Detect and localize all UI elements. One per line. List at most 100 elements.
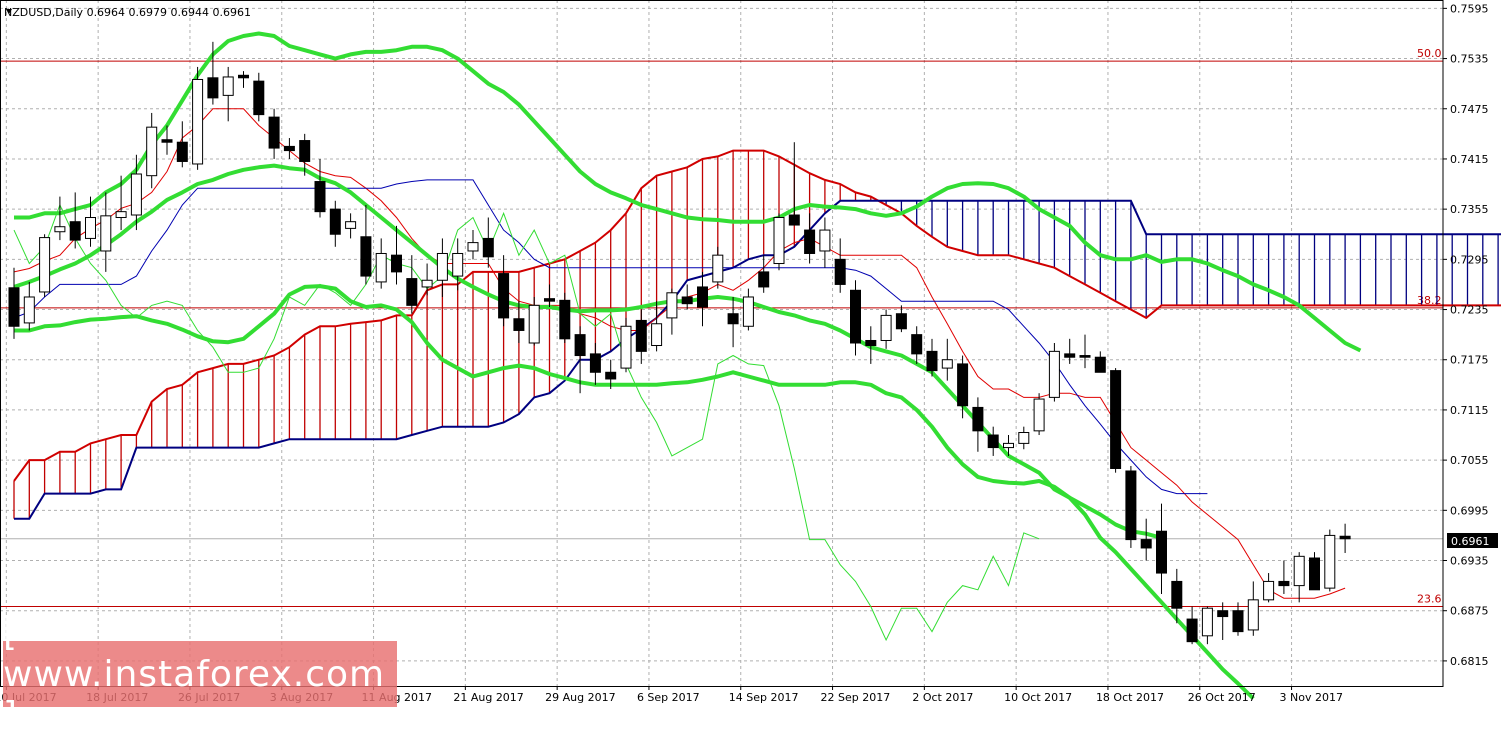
x-tick-label: 26 Oct 2017 (1188, 691, 1256, 704)
candle-body (39, 237, 51, 293)
candle-body (406, 278, 418, 306)
candle-body (1171, 580, 1183, 609)
y-tick-label: 0.7475 (1450, 103, 1489, 116)
candle-body (987, 434, 999, 449)
candle-body (834, 258, 846, 285)
y-tick-label: 0.7415 (1450, 153, 1489, 166)
candle-body (589, 353, 601, 373)
candle-body (452, 252, 464, 277)
candle-body (498, 273, 510, 319)
candle-body (742, 296, 754, 327)
candle-body (207, 77, 219, 99)
candle-body (972, 406, 984, 432)
candle-body (605, 371, 617, 380)
y-tick-label: 0.7055 (1450, 454, 1489, 467)
candle-body (727, 313, 739, 325)
candle-body (130, 173, 142, 216)
x-tick-label: 3 Nov 2017 (1280, 691, 1343, 704)
y-tick-label: 0.7355 (1450, 203, 1489, 216)
candle-body (329, 208, 341, 235)
y-tick-label: 0.7295 (1450, 253, 1489, 266)
candle-body (253, 80, 265, 116)
candle-body (1125, 470, 1137, 541)
candle-body (23, 296, 35, 324)
candle-body (1247, 599, 1259, 631)
candle-body (1018, 432, 1030, 444)
candle-body (880, 314, 892, 341)
x-tick-label: 14 Sep 2017 (729, 691, 799, 704)
candle-body (957, 363, 969, 407)
candle-body (911, 334, 923, 355)
candle-body (1003, 442, 1014, 449)
candle-body (773, 217, 785, 265)
candle-body (651, 323, 663, 347)
candle-body (467, 242, 479, 252)
chart-title: NZDUSD,Daily 0.6964 0.6979 0.6944 0.6961 (4, 6, 251, 19)
y-tick-label: 0.7235 (1450, 304, 1489, 317)
y-tick-label: 0.6875 (1450, 605, 1489, 618)
fib-level-label: 50.0 (1417, 47, 1442, 60)
candle-body (345, 221, 357, 229)
y-tick-label: 0.7175 (1450, 354, 1489, 367)
candle-body (804, 229, 816, 254)
candle-body (666, 292, 678, 319)
candle-body (1064, 353, 1076, 358)
candle-body (574, 334, 586, 357)
candle-body (1110, 370, 1122, 469)
candle-body (176, 141, 188, 162)
last-price-marker: 0.6961 (1447, 533, 1498, 548)
candle-body (360, 236, 372, 277)
x-tick-label: 6 Sep 2017 (637, 691, 700, 704)
candle-body (54, 226, 66, 233)
x-tick-label: 22 Sep 2017 (821, 691, 891, 704)
candle-body (161, 139, 173, 143)
candle-body (635, 319, 647, 352)
candle-body (559, 299, 571, 340)
candle-body (941, 359, 953, 369)
candle-body (712, 254, 724, 283)
candle-body (681, 296, 693, 305)
candle-body (1201, 607, 1213, 637)
candle-body (1033, 398, 1045, 432)
x-tick-label: 21 Aug 2017 (453, 691, 523, 704)
candle-body (697, 286, 708, 308)
y-tick-label: 0.6935 (1450, 555, 1489, 568)
candle-body (115, 211, 127, 219)
candle-body (926, 350, 938, 372)
candle-body (620, 325, 632, 369)
x-tick-label: 10 Oct 2017 (1004, 691, 1072, 704)
y-tick-label: 0.6815 (1450, 655, 1489, 668)
candle-body (1309, 557, 1320, 591)
candle-body (819, 229, 831, 252)
fib-level-label: 23.6 (1417, 593, 1442, 606)
candle-body (1217, 610, 1229, 618)
candle-body (788, 214, 800, 226)
candle-body (146, 126, 158, 177)
y-tick-label: 0.7595 (1450, 2, 1489, 15)
candle-body (8, 287, 20, 327)
last-price-label: 0.6961 (1451, 535, 1490, 548)
candle-body (895, 313, 907, 330)
candle-body (314, 181, 326, 213)
candle-body (1293, 555, 1305, 587)
candle-body (1094, 356, 1106, 373)
candle-body (100, 215, 112, 252)
candle-body (865, 339, 877, 347)
candle-body (513, 318, 525, 331)
x-tick-label: 2 Oct 2017 (912, 691, 973, 704)
candle-body (1232, 610, 1244, 633)
candle-body (1079, 355, 1091, 358)
candle-body (69, 221, 81, 241)
candle-body (299, 140, 311, 162)
candle-body (436, 252, 448, 281)
candle-body (391, 254, 402, 273)
candle-body (1156, 530, 1167, 574)
candle-body (528, 304, 540, 344)
candle-body (283, 145, 295, 152)
candle-body (544, 298, 555, 302)
candle-body (421, 279, 433, 288)
x-tick-label: 29 Aug 2017 (545, 691, 615, 704)
candle-body (85, 217, 96, 239)
candle-body (482, 237, 494, 258)
price-chart: 50.038.223.6 0.75950.75350.74750.74150.7… (0, 0, 1501, 710)
